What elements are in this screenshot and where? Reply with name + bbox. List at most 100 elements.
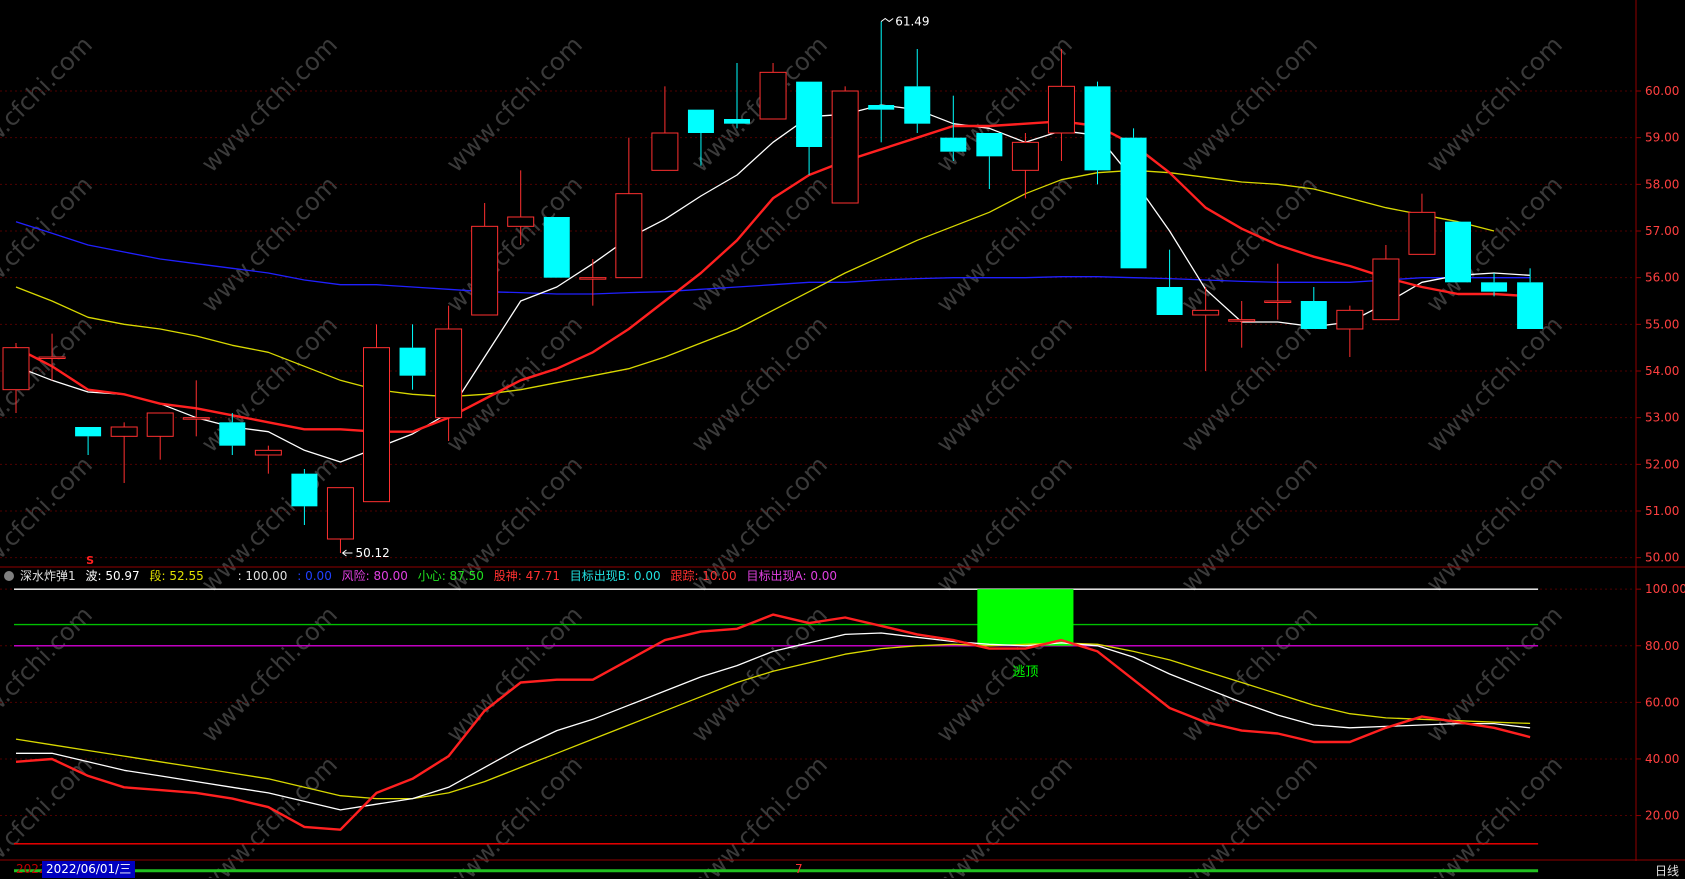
stock-chart-window: www.cfchi.com www.cfchi.com www.cfchi.com w… [0, 0, 1685, 878]
watermark-text: www.cfchi.com [931, 171, 1078, 318]
watermark-text: www.cfchi.com [1176, 751, 1323, 878]
indicator-axis: 20.00 40.00 60.00 80.00 100.00 [1636, 582, 1685, 823]
price-tick-label: 60.00 [1645, 84, 1679, 98]
candle-body [254, 449, 282, 456]
price-tick-label: 52.00 [1645, 457, 1679, 471]
watermark-text: www.cfchi.com [1421, 31, 1568, 178]
candle-body [2, 347, 30, 391]
candle-body [1228, 319, 1256, 322]
candle-body [1408, 211, 1436, 255]
signal-label: 逃顶 [1012, 665, 1038, 680]
candle-body [831, 90, 859, 204]
candle-body [1372, 258, 1400, 321]
indicator-tick-label: 100.00 [1645, 582, 1685, 596]
segment-value: 段: 52.55 [149, 569, 204, 583]
candlestick [1300, 287, 1327, 329]
watermark-text: www.cfchi.com [0, 751, 98, 878]
candle-body [1120, 137, 1147, 269]
candlestick [543, 217, 570, 278]
watermark-text: www.cfchi.com [441, 31, 588, 178]
candle-body [615, 193, 643, 279]
candlestick [146, 412, 174, 460]
candle-body [471, 225, 499, 316]
candle-body [1517, 282, 1544, 329]
watermark-text: www.cfchi.com [0, 31, 98, 178]
candlestick [326, 487, 354, 553]
candle-body [399, 347, 426, 376]
candle-body [759, 71, 787, 120]
candle-body [1192, 309, 1220, 316]
candlestick [363, 324, 390, 503]
candlestick [868, 21, 895, 143]
candle-body [543, 217, 570, 278]
watermark-text: www.cfchi.com [686, 311, 833, 458]
wave-value: 波: 50.97 [85, 569, 140, 583]
price-tick-label: 59.00 [1645, 131, 1679, 145]
watermark-text: www.cfchi.com [686, 751, 833, 878]
watermark-text: www.cfchi.com [0, 601, 98, 748]
price-tick-label: 51.00 [1645, 504, 1679, 518]
candlestick [254, 445, 282, 474]
candle-body [1084, 86, 1111, 171]
price-tick-label: 58.00 [1645, 177, 1679, 191]
candle-body [1264, 300, 1292, 303]
watermark-text: www.cfchi.com [686, 171, 833, 318]
candle-body [868, 105, 895, 110]
zero-value: : 0.00 [297, 569, 332, 583]
candle-body [75, 427, 102, 437]
watermark-text: www.cfchi.com [931, 751, 1078, 878]
indicator-tick-label: 80.00 [1645, 639, 1679, 653]
stock-god-value: 股神: 47.71 [493, 569, 560, 583]
candlestick [615, 137, 643, 279]
candle-body [38, 356, 66, 359]
candle-body [1300, 301, 1327, 329]
candle-body [579, 277, 607, 280]
candlestick [651, 86, 679, 171]
watermark-text: www.cfchi.com [196, 171, 343, 318]
indicator-name[interactable]: 深水炸弹1 [20, 569, 76, 583]
date-axis-bar: 2022 2022/06/01/三 7 日线 [0, 861, 1685, 878]
candlestick [579, 259, 607, 306]
price-tick-label: 55.00 [1645, 317, 1679, 331]
candlestick [75, 427, 102, 455]
price-tick-label: 54.00 [1645, 364, 1679, 378]
candle-body [363, 347, 390, 503]
candlestick [1264, 263, 1292, 320]
indicator-toggle-icon[interactable] [4, 571, 14, 581]
watermark-layer: www.cfchi.com www.cfchi.com www.cfchi.com w… [0, 31, 1568, 878]
watermark-text: www.cfchi.com [1176, 311, 1323, 458]
price-tick-label: 56.00 [1645, 271, 1679, 285]
candlestick [399, 324, 426, 390]
candle-body [110, 426, 138, 437]
price-tick-label: 53.00 [1645, 411, 1679, 425]
high-price-label: 61.49 [895, 14, 929, 28]
candlestick [831, 86, 859, 204]
candle-body [1156, 287, 1183, 315]
target-b-value: 目标出现B: 0.00 [569, 569, 661, 583]
candle-body [687, 109, 714, 133]
candlestick [471, 203, 499, 316]
candle-body [1445, 221, 1471, 283]
candlestick [1011, 133, 1039, 199]
candlestick [976, 133, 1003, 189]
candle-body [326, 487, 354, 540]
watermark-text: www.cfchi.com [931, 311, 1078, 458]
price-tick-label: 50.00 [1645, 551, 1679, 565]
candlestick [1408, 193, 1436, 255]
indicator-tick-label: 40.00 [1645, 752, 1679, 766]
period-selector[interactable]: 日线 [1655, 862, 1679, 879]
watermark-text: www.cfchi.com [441, 601, 588, 748]
low-price-label: 50.12 [355, 546, 389, 560]
trace-value: 跟踪: 10.00 [670, 569, 737, 583]
candle-body [1047, 85, 1075, 134]
candlestick [1336, 305, 1364, 357]
chart-canvas[interactable]: www.cfchi.com www.cfchi.com www.cfchi.com w… [0, 0, 1685, 878]
candlestick [110, 422, 138, 483]
candle-body [291, 473, 318, 507]
candle-body [507, 216, 535, 227]
candlestick [1372, 245, 1400, 321]
price-tick-label: 57.00 [1645, 224, 1679, 238]
indicator-tick-label: 20.00 [1645, 809, 1679, 823]
candle-body [940, 137, 967, 152]
watermark-text: www.cfchi.com [0, 171, 98, 318]
